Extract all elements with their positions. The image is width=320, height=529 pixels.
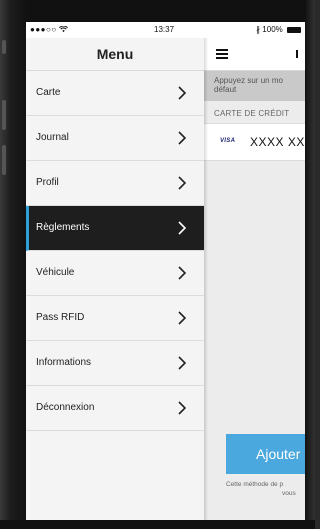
side-menu: Menu Carte Journal Profil Règlements Véh… [26,38,204,520]
visa-logo-icon: VISA [220,138,236,144]
chevron-right-icon [178,401,186,415]
menu-item-label: Carte [36,87,61,98]
payment-footnote: Cette méthode de p vous [226,480,305,498]
menu-shadow [204,38,208,520]
menu-item-informations[interactable]: Informations [26,341,204,386]
credit-card-row[interactable]: VISA XXXX XX [204,123,305,161]
card-number: XXXX XX [250,135,305,149]
volume-up-button [2,100,6,130]
menu-item-label: Véhicule [36,267,75,278]
signal-indicator: ●●●○○ [30,25,69,34]
menu-item-deconnexion[interactable]: Déconnexion [26,386,204,431]
menu-item-label: Informations [36,357,92,368]
chevron-right-icon [178,221,186,235]
phone-left-bezel [0,0,26,529]
footnote-line2: vous [282,490,296,497]
battery-status: ∦ 100% [256,25,301,34]
clock: 13:37 [154,25,175,34]
info-banner-line2: défaut [214,85,237,94]
chevron-right-icon [178,86,186,100]
menu-item-label: Déconnexion [36,402,95,413]
menu-item-label: Pass RFID [36,312,85,323]
phone-top-bezel [0,0,315,22]
menu-item-vehicule[interactable]: Véhicule [26,251,204,296]
menu-item-label: Règlements [36,222,90,233]
info-banner: Appuyez sur un mo défaut [204,71,305,101]
menu-title: Menu [26,38,204,71]
signal-dots: ●●●○○ [30,25,57,34]
add-card-button[interactable]: Ajouter u [226,434,305,474]
menu-item-label: Journal [36,132,69,143]
chevron-right-icon [178,311,186,325]
footnote-line1: Cette méthode de p [226,481,284,488]
chevron-right-icon [178,356,186,370]
menu-item-pass-rfid[interactable]: Pass RFID [26,296,204,341]
phone-right-bezel [305,0,315,529]
menu-item-profil[interactable]: Profil [26,161,204,206]
credit-card-section-title: CARTE DE CRÉDIT [214,109,290,118]
content-header [204,38,305,71]
hamburger-menu-icon[interactable] [216,49,228,59]
battery-percent: 100% [262,25,283,34]
volume-down-button [2,145,6,175]
chevron-right-icon [178,176,186,190]
menu-item-label: Profil [36,177,59,188]
menu-item-carte[interactable]: Carte [26,71,204,116]
battery-icon [287,26,301,33]
phone-bottom-bezel [0,520,315,529]
menu-item-reglements[interactable]: Règlements [26,206,204,251]
chevron-right-icon [178,131,186,145]
menu-item-journal[interactable]: Journal [26,116,204,161]
mute-switch [2,40,6,54]
phone-screen: ●●●○○ 13:37 ∦ 100% Appuyez sur un mo déf… [26,22,305,520]
wifi-icon [59,25,69,33]
status-bar: ●●●○○ 13:37 ∦ 100% [26,22,305,38]
bluetooth-icon: ∦ [256,25,261,34]
chevron-right-icon [178,266,186,280]
content-title-fragment [296,50,298,58]
info-banner-line1: Appuyez sur un mo [214,76,283,85]
